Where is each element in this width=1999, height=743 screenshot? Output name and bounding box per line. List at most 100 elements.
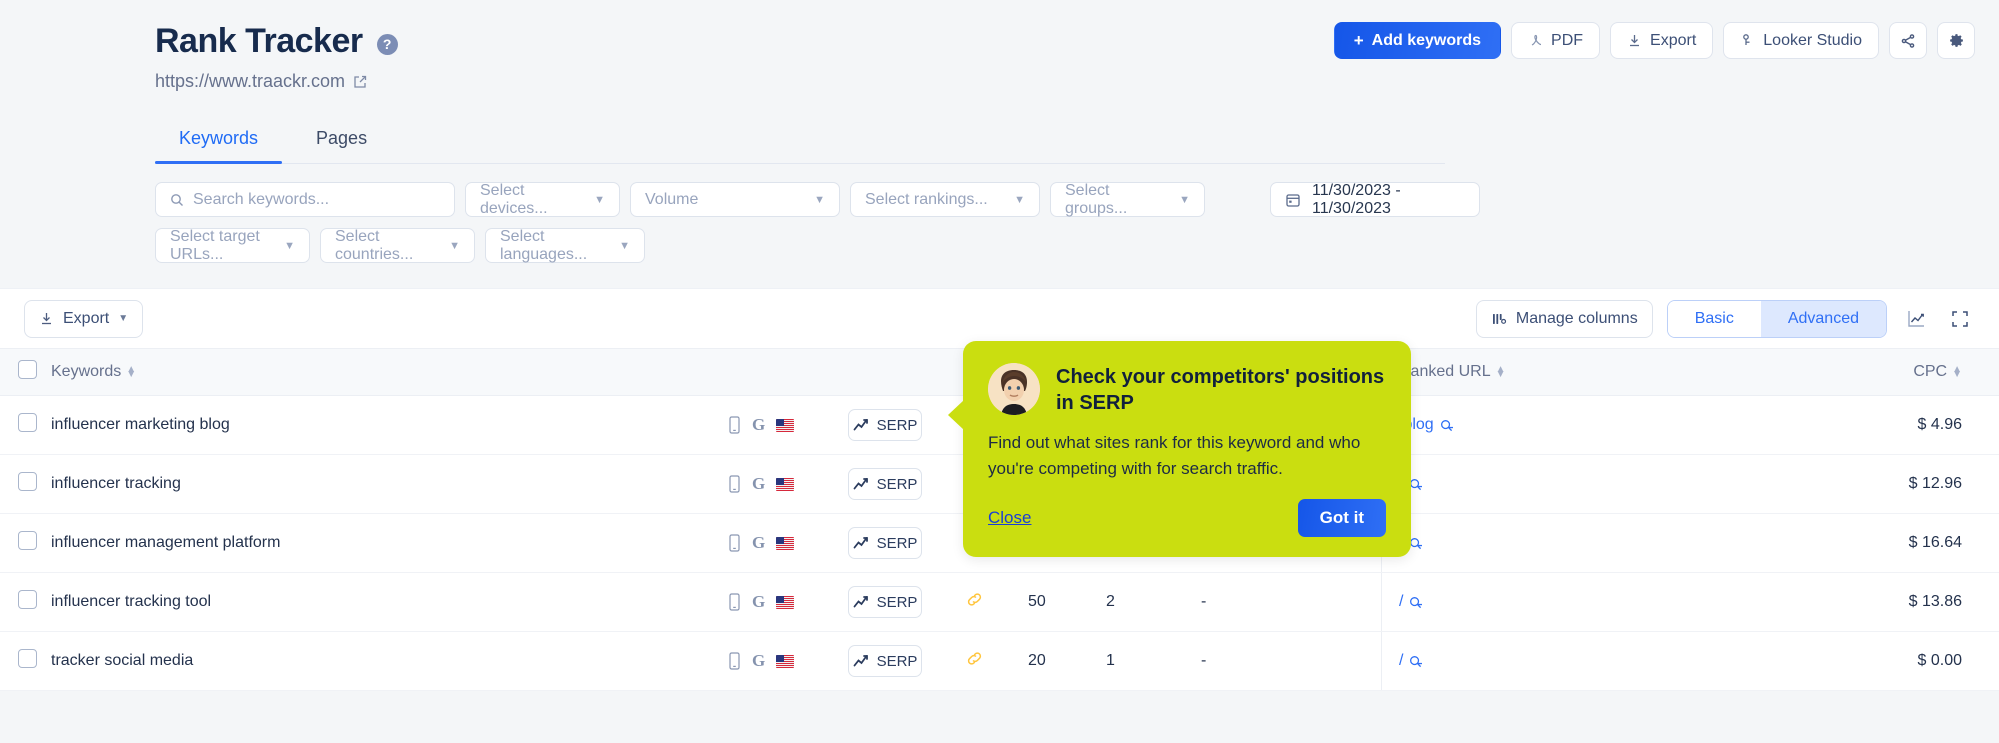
table-row[interactable]: influencer tracking tool G SERP 50 2 - / $ 13.8…: [0, 573, 1999, 632]
search-icon: [1410, 478, 1423, 490]
chevron-down-icon: ▼: [619, 239, 630, 252]
serp-button[interactable]: SERP: [848, 468, 922, 500]
column-ranked-url-sort[interactable]: Ranked URL ▲ ▼: [1399, 363, 1506, 381]
column-cpc-sort[interactable]: CPC ▲ ▼: [1913, 363, 1962, 381]
tooltip-close-link[interactable]: Close: [988, 508, 1031, 528]
line-chart-button[interactable]: [1901, 304, 1931, 334]
serp-button-label: SERP: [876, 593, 918, 611]
export-button-table[interactable]: Export ▼: [24, 299, 144, 338]
row-keyword[interactable]: influencer tracking tool: [48, 593, 728, 611]
ranked-url-text: /: [1399, 593, 1404, 610]
row-checkbox[interactable]: [18, 649, 37, 668]
target-urls-select[interactable]: Select target URLs... ▼: [155, 228, 310, 263]
serp-button[interactable]: SERP: [848, 409, 922, 441]
volume-select[interactable]: Volume ▼: [630, 182, 840, 217]
column-ranked-url[interactable]: Ranked URL ▲ ▼: [1381, 349, 1731, 395]
rankings-label: Select rankings...: [865, 190, 988, 208]
mobile-icon: [729, 475, 740, 493]
tab-keywords[interactable]: Keywords: [155, 118, 283, 164]
manage-columns-button[interactable]: Manage columns: [1475, 299, 1653, 338]
row-ranked-url-cell[interactable]: /: [1381, 632, 1731, 690]
row-volume: 50: [1028, 593, 1046, 610]
devices-select[interactable]: Select devices... ▼: [465, 182, 620, 217]
date-range-picker[interactable]: 11/30/2023 - 11/30/2023: [1270, 182, 1480, 217]
tab-pages[interactable]: Pages: [292, 118, 391, 163]
languages-select[interactable]: Select languages... ▼: [485, 228, 645, 263]
countries-select[interactable]: Select countries... ▼: [320, 228, 475, 263]
trend-icon: [853, 655, 868, 667]
column-cpc[interactable]: CPC ▲ ▼: [1731, 363, 1999, 381]
row-link-cell[interactable]: [966, 650, 1028, 672]
row-keyword[interactable]: influencer marketing blog: [48, 416, 728, 434]
rankings-select[interactable]: Select rankings... ▼: [850, 182, 1040, 217]
serp-button[interactable]: SERP: [848, 645, 922, 677]
select-all-checkbox[interactable]: [18, 360, 37, 379]
ranked-url-link[interactable]: /: [1399, 593, 1423, 611]
serp-button[interactable]: SERP: [848, 586, 922, 618]
search-icon: [1410, 537, 1423, 549]
share-button[interactable]: [1889, 22, 1927, 59]
view-advanced-button[interactable]: Advanced: [1760, 300, 1886, 337]
groups-select[interactable]: Select groups... ▼: [1050, 182, 1205, 217]
row-serp-cell: SERP: [848, 645, 966, 677]
chevron-down-icon: ▼: [814, 193, 825, 206]
row-serp-features: -: [1201, 652, 1207, 669]
table-toolbar: Export ▼ Manage columns Basic Advanced: [0, 288, 1999, 348]
site-url[interactable]: https://www.traackr.com: [155, 71, 1969, 92]
link-icon: [967, 593, 982, 606]
question-mark-icon[interactable]: ?: [376, 34, 398, 55]
download-icon: [42, 313, 51, 325]
row-volume: 20: [1028, 652, 1046, 669]
export-label-top: Export: [1650, 31, 1697, 49]
settings-button[interactable]: [1937, 22, 1975, 59]
chevron-down-icon: ▼: [449, 239, 460, 252]
ranked-url-text: /: [1399, 652, 1404, 669]
pdf-button[interactable]: PDF: [1511, 22, 1601, 59]
row-serp-cell: SERP: [848, 468, 966, 500]
view-advanced-label: Advanced: [1787, 309, 1859, 327]
sort-icon: ▲ ▼: [1495, 363, 1506, 380]
header-actions: + Add keywords PDF Export Looker Studio: [1333, 22, 1975, 59]
row-keyword[interactable]: influencer management platform: [48, 534, 728, 552]
serp-button[interactable]: SERP: [848, 527, 922, 559]
rank-tracker-page: Rank Tracker ? https://www.traackr.com +…: [0, 0, 1999, 743]
sort-icon: ▲ ▼: [1952, 363, 1962, 380]
ranked-url-link[interactable]: /: [1399, 652, 1423, 670]
row-keyword[interactable]: tracker social media: [48, 652, 728, 670]
external-link-icon[interactable]: [353, 75, 367, 89]
fullscreen-button[interactable]: [1945, 304, 1975, 334]
row-checkbox[interactable]: [18, 413, 37, 432]
serp-tooltip-popup: Check your competitors' positions in SER…: [948, 341, 1411, 558]
row-checkbox[interactable]: [18, 472, 37, 491]
column-keywords-label: Keywords: [51, 363, 122, 380]
row-checkbox[interactable]: [18, 531, 37, 550]
view-basic-button[interactable]: Basic: [1667, 300, 1761, 337]
table-row[interactable]: tracker social media G SERP 20 1 - / $ 0.00: [0, 632, 1999, 691]
row-checkbox-cell: [0, 413, 48, 437]
row-ranked-url-cell[interactable]: /blog: [1381, 396, 1731, 454]
download-icon: [1630, 35, 1640, 47]
chevron-down-icon: ▼: [1014, 193, 1025, 206]
plus-icon: +: [1353, 30, 1364, 50]
tab-keywords-label: Keywords: [179, 128, 259, 148]
country-flag: [776, 654, 795, 668]
looker-studio-button[interactable]: Looker Studio: [1723, 22, 1879, 59]
export-button-top[interactable]: Export: [1610, 22, 1714, 59]
column-keywords[interactable]: Keywords ▲ ▼: [48, 363, 728, 381]
trend-icon: [853, 478, 868, 490]
row-checkbox[interactable]: [18, 590, 37, 609]
row-ranked-url-cell[interactable]: /: [1381, 455, 1731, 513]
add-keywords-button[interactable]: + Add keywords: [1333, 22, 1502, 59]
row-ranked-url-cell[interactable]: /: [1381, 573, 1731, 631]
row-keyword[interactable]: influencer tracking: [48, 475, 728, 493]
search-input[interactable]: Search keywords...: [155, 182, 455, 217]
columns-icon: [1492, 313, 1506, 324]
link-icon: [967, 652, 982, 665]
column-keywords-sort[interactable]: Keywords ▲ ▼: [51, 363, 136, 381]
row-ranked-url-cell[interactable]: /: [1381, 514, 1731, 572]
gear-icon: [1949, 34, 1963, 47]
tooltip-got-it-button[interactable]: Got it: [1297, 499, 1386, 538]
country-flag: [776, 536, 795, 550]
row-link-cell[interactable]: [966, 591, 1028, 613]
us-flag-icon: [776, 595, 795, 609]
